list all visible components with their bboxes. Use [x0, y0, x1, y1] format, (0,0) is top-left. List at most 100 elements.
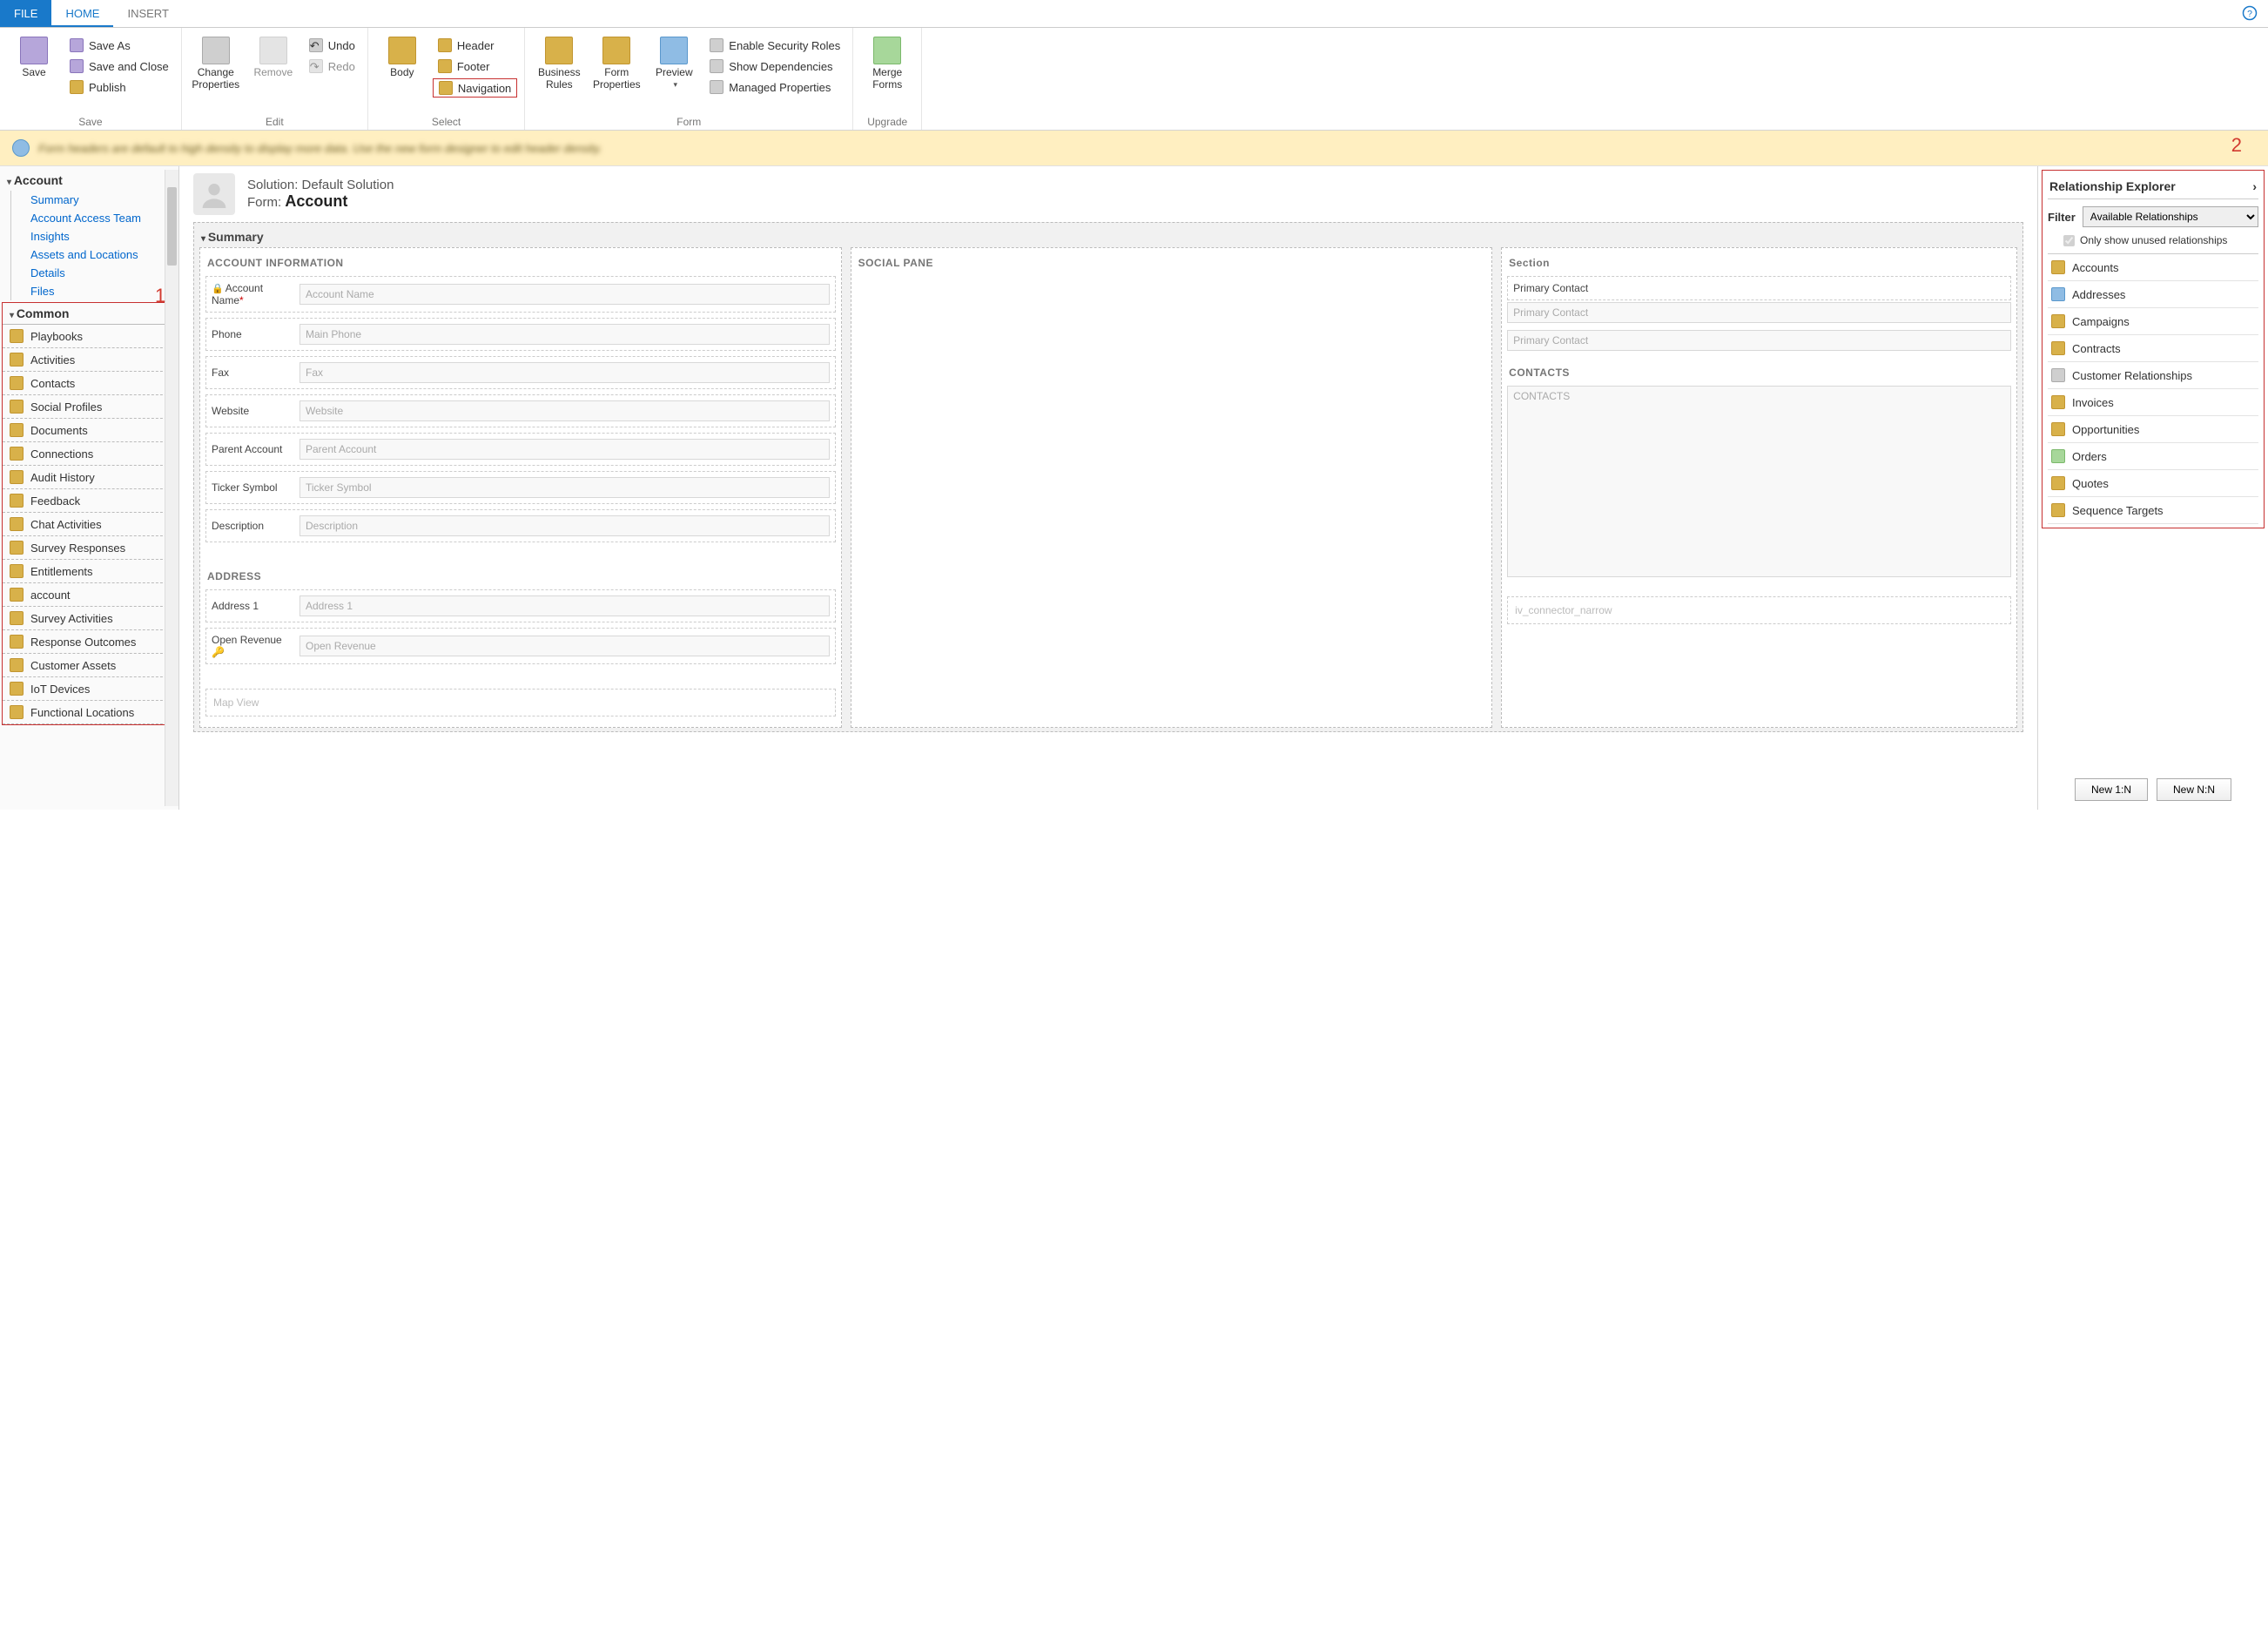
tab-home[interactable]: HOME [51, 0, 113, 27]
common-item-audit-history[interactable]: Audit History [3, 466, 176, 489]
common-item-documents[interactable]: Documents [3, 419, 176, 442]
new-1n-button[interactable]: New 1:N [2075, 778, 2148, 801]
rel-item-orders[interactable]: Orders [2048, 443, 2258, 470]
input-primary-contact-2[interactable]: Primary Contact [1507, 330, 2011, 351]
input-address1[interactable]: Address 1 [299, 595, 830, 616]
rel-item-contracts[interactable]: Contracts [2048, 335, 2258, 362]
common-item-account[interactable]: account [3, 583, 176, 607]
scrollbar[interactable] [165, 170, 178, 806]
filter-select[interactable]: Available Relationships [2083, 206, 2258, 227]
input-primary-contact[interactable]: Primary Contact [1507, 302, 2011, 323]
common-item-contacts[interactable]: Contacts [3, 372, 176, 395]
business-rules-button[interactable]: Business Rules [532, 31, 586, 116]
rel-item-addresses[interactable]: Addresses [2048, 281, 2258, 308]
input-website[interactable]: Website [299, 400, 830, 421]
common-item-playbooks[interactable]: Playbooks [3, 325, 176, 348]
body-button[interactable]: Body [375, 31, 429, 116]
field-primary-contact[interactable]: Primary Contact [1507, 276, 2011, 300]
info-bar: Form headers are default to high density… [0, 131, 2268, 165]
field-account-name[interactable]: 🔒Account Name* Account Name [205, 276, 836, 313]
gear-icon [710, 80, 723, 94]
field-open-revenue[interactable]: Open Revenue🔑Open Revenue [205, 628, 836, 664]
section-right[interactable]: Section Primary Contact Primary Contact … [1501, 247, 2017, 728]
rel-item-opportunities[interactable]: Opportunities [2048, 416, 2258, 443]
preview-button[interactable]: Preview [647, 31, 701, 116]
common-item-chat-activities[interactable]: Chat Activities [3, 513, 176, 536]
save-as-button[interactable]: Save As [64, 37, 174, 54]
field-address1[interactable]: Address 1Address 1 [205, 589, 836, 622]
input-ticker[interactable]: Ticker Symbol [299, 477, 830, 498]
svg-text:?: ? [2247, 9, 2252, 19]
entity-icon [10, 658, 24, 672]
security-icon [710, 38, 723, 52]
tree-link-details[interactable]: Details [10, 264, 178, 282]
common-item-functional-locations[interactable]: Functional Locations [3, 701, 176, 724]
section-social-pane[interactable]: SOCIAL PANE [851, 247, 1493, 728]
unused-checkbox[interactable] [2063, 235, 2075, 246]
common-item-customer-assets[interactable]: Customer Assets [3, 654, 176, 677]
common-item-connections[interactable]: Connections [3, 442, 176, 466]
common-item-activities[interactable]: Activities [3, 348, 176, 372]
iv-connector[interactable]: iv_connector_narrow [1507, 596, 2011, 624]
input-phone[interactable]: Main Phone [299, 324, 830, 345]
footer-button[interactable]: Footer [433, 57, 517, 75]
input-fax[interactable]: Fax [299, 362, 830, 383]
input-revenue[interactable]: Open Revenue [299, 636, 830, 656]
tree-node-account[interactable]: Account [0, 170, 178, 191]
common-item-iot-devices[interactable]: IoT Devices [3, 677, 176, 701]
save-button[interactable]: Save [7, 31, 61, 116]
rel-item-sequence-targets[interactable]: Sequence Targets [2048, 497, 2258, 524]
common-item-survey-activities[interactable]: Survey Activities [3, 607, 176, 630]
field-fax[interactable]: FaxFax [205, 356, 836, 389]
enable-security-button[interactable]: Enable Security Roles [704, 37, 845, 54]
entity-icon [10, 682, 24, 696]
input-parent[interactable]: Parent Account [299, 439, 830, 460]
form-canvas[interactable]: Solution: Default Solution Form: Account… [179, 166, 2037, 810]
tree-link-access-team[interactable]: Account Access Team [10, 209, 178, 227]
common-item-entitlements[interactable]: Entitlements [3, 560, 176, 583]
change-properties-button[interactable]: Change Properties [189, 31, 243, 116]
tab-summary[interactable]: Summary ACCOUNT INFORMATION 🔒Account Nam… [193, 222, 2023, 732]
field-phone[interactable]: PhoneMain Phone [205, 318, 836, 351]
tree-link-files[interactable]: Files [10, 282, 178, 300]
input-account-name[interactable]: Account Name [299, 284, 830, 305]
section-account-information[interactable]: ACCOUNT INFORMATION 🔒Account Name* Accou… [199, 247, 842, 728]
tree-link-assets[interactable]: Assets and Locations [10, 246, 178, 264]
tree-node-common[interactable]: Common [3, 303, 176, 325]
rel-item-customer-relationships[interactable]: Customer Relationships [2048, 362, 2258, 389]
field-ticker[interactable]: Ticker SymbolTicker Symbol [205, 471, 836, 504]
new-nn-button[interactable]: New N:N [2157, 778, 2231, 801]
show-dependencies-button[interactable]: Show Dependencies [704, 57, 845, 75]
common-item-survey-responses[interactable]: Survey Responses [3, 536, 176, 560]
remove-button[interactable]: Remove [246, 31, 300, 116]
undo-button[interactable]: ↶Undo [304, 37, 360, 54]
tree-link-summary[interactable]: Summary [10, 191, 178, 209]
relationship-explorer-header[interactable]: Relationship Explorer › [2048, 174, 2258, 199]
common-item-feedback[interactable]: Feedback [3, 489, 176, 513]
field-parent-account[interactable]: Parent AccountParent Account [205, 433, 836, 466]
save-close-button[interactable]: Save and Close [64, 57, 174, 75]
navigation-button[interactable]: Navigation [433, 78, 517, 98]
tab-file[interactable]: FILE [0, 0, 51, 27]
field-description[interactable]: DescriptionDescription [205, 509, 836, 542]
tab-insert[interactable]: INSERT [113, 0, 182, 27]
common-item-social-profiles[interactable]: Social Profiles [3, 395, 176, 419]
tree-link-insights[interactable]: Insights [10, 227, 178, 246]
publish-button[interactable]: Publish [64, 78, 174, 96]
managed-properties-button[interactable]: Managed Properties [704, 78, 845, 96]
redo-button[interactable]: ↷Redo [304, 57, 360, 75]
rel-item-campaigns[interactable]: Campaigns [2048, 308, 2258, 335]
form-properties-button[interactable]: Form Properties [589, 31, 643, 116]
field-website[interactable]: WebsiteWebsite [205, 394, 836, 427]
group-label-save: Save [7, 116, 174, 130]
rel-item-invoices[interactable]: Invoices [2048, 389, 2258, 416]
rel-item-quotes[interactable]: Quotes [2048, 470, 2258, 497]
merge-forms-button[interactable]: Merge Forms [860, 31, 914, 116]
common-item-response-outcomes[interactable]: Response Outcomes [3, 630, 176, 654]
map-view-placeholder[interactable]: Map View [205, 689, 836, 716]
rel-item-accounts[interactable]: Accounts [2048, 254, 2258, 281]
input-desc[interactable]: Description [299, 515, 830, 536]
header-button[interactable]: Header [433, 37, 517, 54]
help-icon[interactable]: ? [2242, 5, 2258, 21]
contacts-placeholder[interactable]: CONTACTS [1507, 386, 2011, 577]
